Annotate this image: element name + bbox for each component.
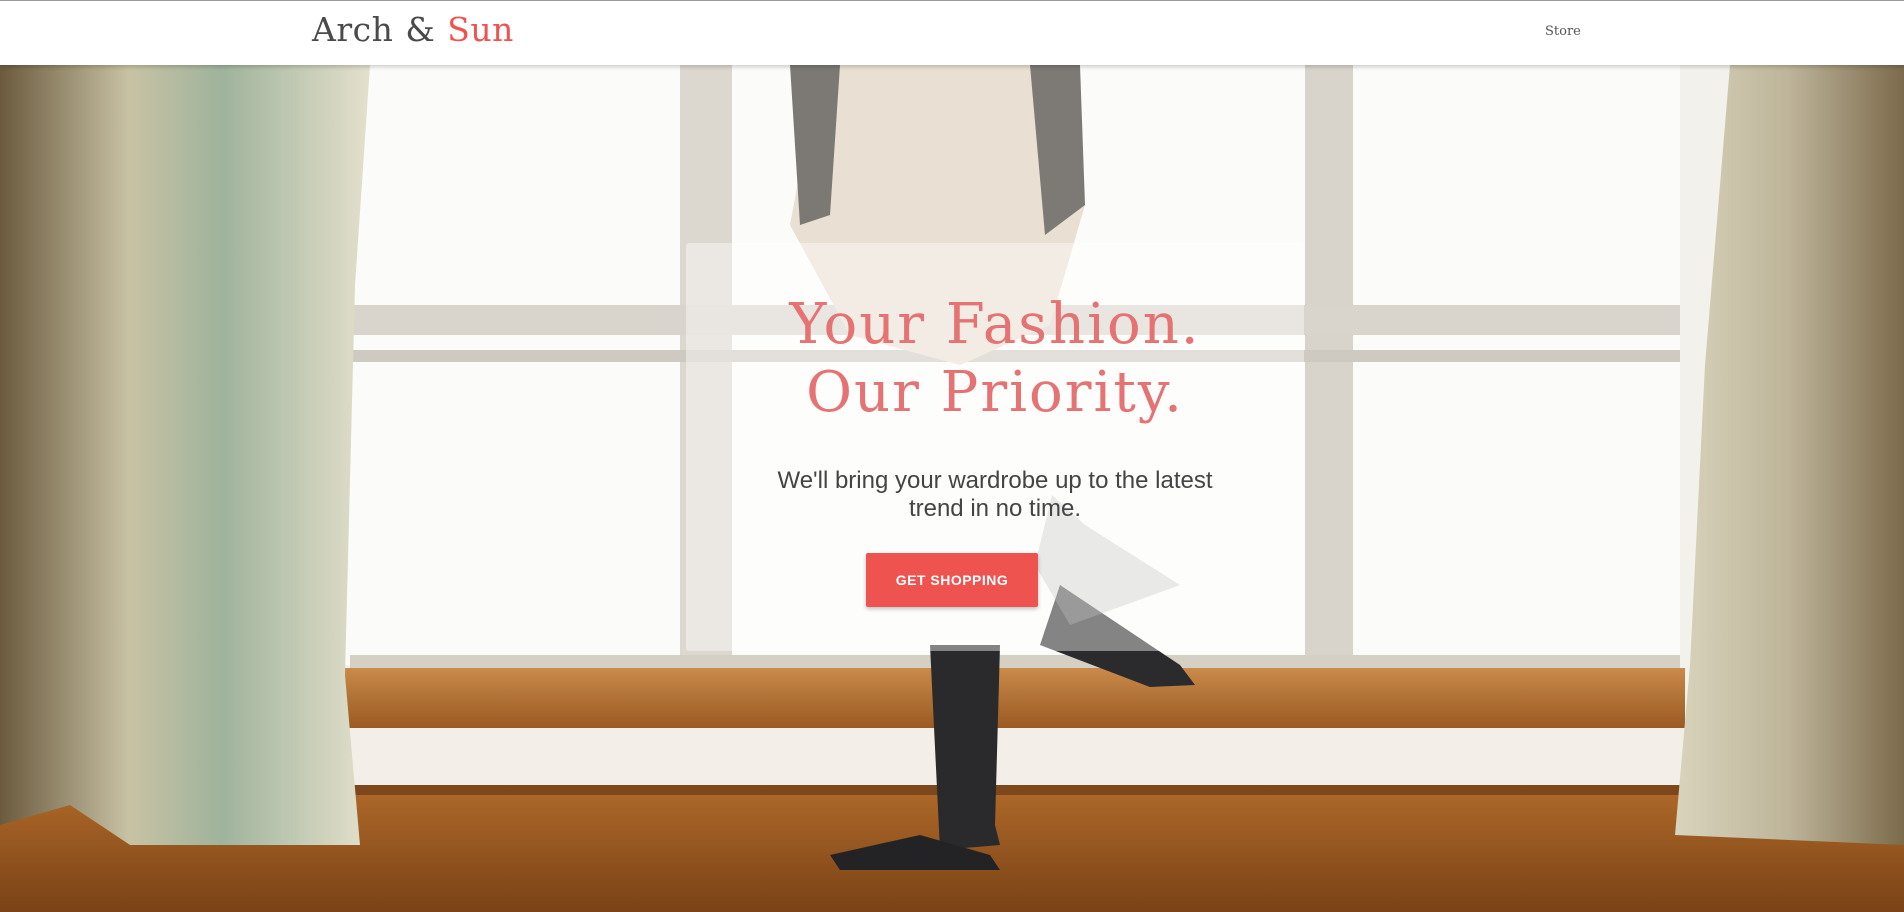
- hero-headline: Your Fashion. Our Priority.: [686, 291, 1304, 427]
- top-navbar: Arch & Sun Store: [0, 0, 1904, 65]
- brand-name-sun: Sun: [447, 10, 514, 49]
- nav-link-store[interactable]: Store: [1545, 24, 1581, 39]
- hero-section: Your Fashion. Our Priority. We'll bring …: [0, 65, 1904, 912]
- brand-name-arch: Arch: [312, 10, 394, 49]
- hero-overlay-card: Your Fashion. Our Priority. We'll bring …: [686, 243, 1304, 651]
- get-shopping-button[interactable]: GET SHOPPING: [866, 553, 1038, 607]
- hero-headline-line-2: Our Priority.: [806, 360, 1184, 425]
- hero-subtext-line-1: We'll bring your wardrobe up to the late…: [777, 467, 1213, 494]
- brand-ampersand: &: [405, 10, 436, 49]
- hero-headline-line-1: Your Fashion.: [789, 292, 1201, 357]
- brand-logo[interactable]: Arch & Sun: [312, 10, 514, 49]
- hero-subtext: We'll bring your wardrobe up to the late…: [686, 467, 1304, 523]
- hero-subtext-line-2: trend in no time.: [908, 495, 1082, 522]
